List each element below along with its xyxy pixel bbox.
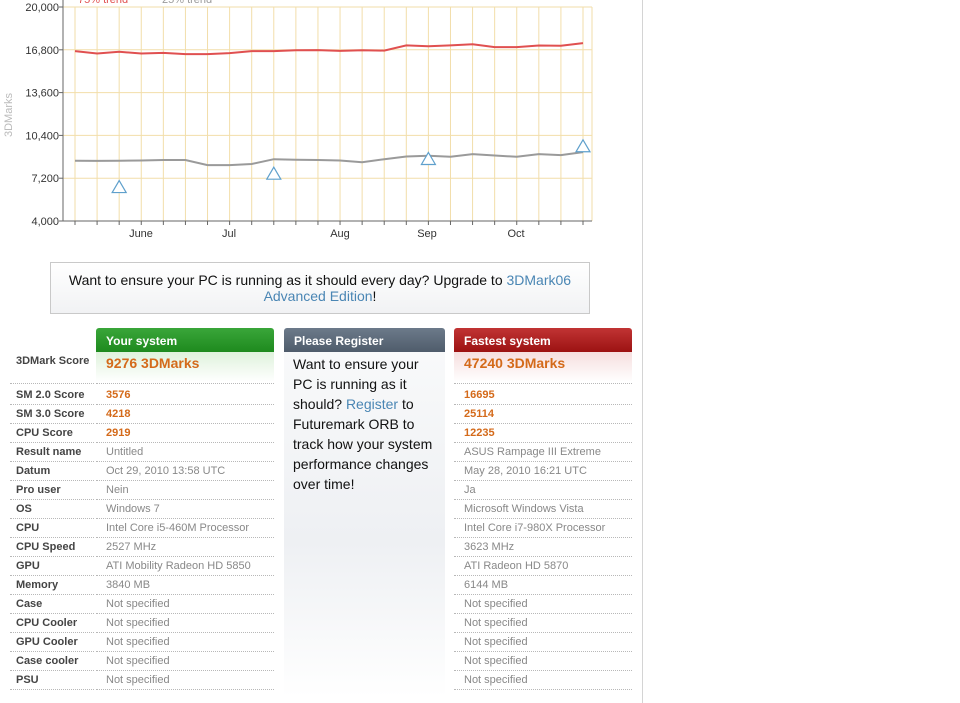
row-label: PSU [10,671,94,690]
fastest-system-value: ATI Radeon HD 5870 [454,557,632,576]
y-tick-label: 10,400 [25,130,59,142]
your-system-value: 3840 MB [96,576,274,595]
row-label: Memory [10,576,94,595]
row-label: CPU Cooler [10,614,94,633]
score-trend-chart: 20,000 16,800 13,600 10,400 7,200 4,000 June Ju… [3,0,593,240]
upgrade-banner-suffix: ! [372,288,377,304]
result-marker [420,151,437,166]
register-message: Want to ensure your PC is running as it … [293,354,438,494]
result-marker [265,165,282,180]
fastest-system-value: Not specified [454,671,632,690]
y-tick-label: 16,800 [25,45,59,57]
your-system-value: 2527 MHz [96,538,274,557]
upgrade-banner-text: Want to ensure your PC is running as it … [68,272,507,288]
your-system-value: Untitled [96,443,274,462]
row-label: CPU Score [10,424,94,443]
your-system-value: Windows 7 [96,500,274,519]
x-tick-label: June [129,228,153,240]
your-system-value: Not specified [96,652,274,671]
row-label: Case cooler [10,652,94,671]
y-tick-label: 13,600 [25,88,59,100]
x-tick-label: Sep [417,228,437,240]
your-system-value: Not specified [96,595,274,614]
result-marker [574,138,592,153]
y-axis-label: 3DMarks [3,93,15,138]
your-system-value: Intel Core i5-460M Processor [96,519,274,538]
row-label: GPU [10,557,94,576]
row-label: Result name [10,443,94,462]
your-system-value: 3576 [96,386,274,405]
series-line-75-trend [74,42,584,56]
your-system-value: 9276 3DMarks [96,352,274,384]
fastest-system-value: 16695 [454,386,632,405]
x-tick-label: Jul [222,228,236,240]
your-system-value: Not specified [96,614,274,633]
row-label: CPU [10,519,94,538]
row-label: CPU Speed [10,538,94,557]
your-system-value: 4218 [96,405,274,424]
series-line-25-trend [74,151,584,167]
your-system-value: Oct 29, 2010 13:58 UTC [96,462,274,481]
upgrade-banner: Want to ensure your PC is running as it … [50,262,590,314]
row-label: OS [10,500,94,519]
your-system-value: Not specified [96,633,274,652]
y-tick-label: 20,000 [25,2,59,14]
row-label: SM 3.0 Score [10,405,94,424]
your-system-value: Nein [96,481,274,500]
fastest-system-value: Intel Core i7-980X Processor [454,519,632,538]
row-label: Datum [10,462,94,481]
row-label: GPU Cooler [10,633,94,652]
your-system-header: Your system [96,328,274,352]
your-system-value: 2919 [96,424,274,443]
result-marker [111,179,128,194]
fastest-system-value: Not specified [454,595,632,614]
fastest-system-value: Not specified [454,614,632,633]
row-label: Pro user [10,481,94,500]
y-tick-label: 4,000 [31,216,59,228]
fastest-system-value: 12235 [454,424,632,443]
fastest-system-value: 6144 MB [454,576,632,595]
fastest-system-value: ASUS Rampage III Extreme [454,443,632,462]
your-system-value: Not specified [96,671,274,690]
x-tick-label: Aug [330,228,350,240]
fastest-system-value: May 28, 2010 16:21 UTC [454,462,632,481]
fastest-system-value: 25114 [454,405,632,424]
row-label: Case [10,595,94,614]
fastest-system-value: 3623 MHz [454,538,632,557]
legend-25-trend: 25% trend [162,0,212,6]
please-register-header: Please Register [284,328,445,352]
fastest-system-value: Microsoft Windows Vista [454,500,632,519]
legend-75-trend: 75% trend [78,0,128,6]
row-label: SM 2.0 Score [10,386,94,405]
fastest-system-value: 47240 3DMarks [454,352,632,384]
page-right-border [642,0,643,703]
row-label: 3DMark Score [10,352,94,384]
fastest-system-value: Ja [454,481,632,500]
fastest-system-header: Fastest system [454,328,632,352]
register-link[interactable]: Register [346,396,398,412]
y-tick-label: 7,200 [31,173,59,185]
x-tick-label: Oct [507,228,524,240]
fastest-system-value: Not specified [454,633,632,652]
your-system-value: ATI Mobility Radeon HD 5850 [96,557,274,576]
fastest-system-value: Not specified [454,652,632,671]
